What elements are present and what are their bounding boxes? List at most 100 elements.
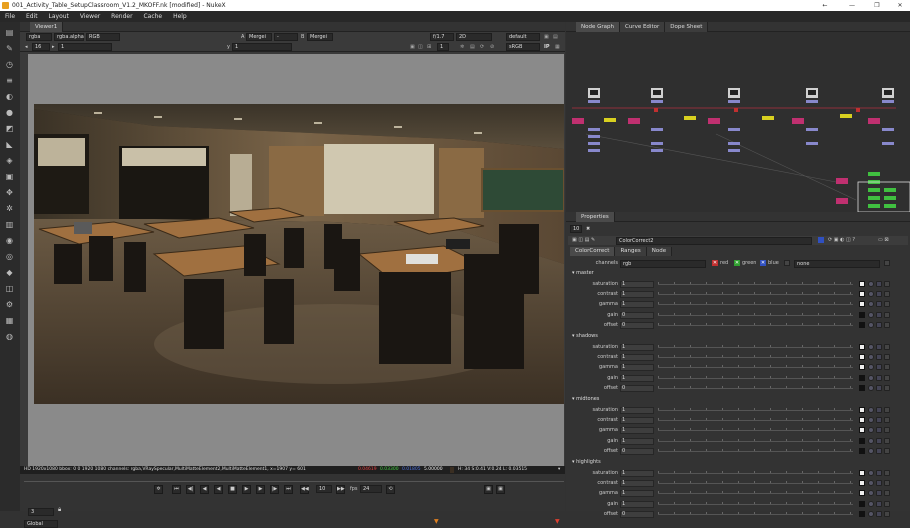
views-icon[interactable]: ◉	[5, 236, 14, 245]
color-wheel-icon[interactable]	[868, 301, 874, 308]
color-swatch-icon[interactable]	[859, 500, 865, 507]
param-value-field[interactable]: 1	[620, 417, 654, 425]
channel-split-icon[interactable]	[876, 417, 882, 424]
clear-panels-icon[interactable]: ✖	[586, 224, 590, 234]
channel-split-icon[interactable]	[876, 427, 882, 434]
fps-field[interactable]: 24	[360, 485, 382, 493]
animation-menu-icon[interactable]	[884, 321, 890, 328]
group-header-shadows[interactable]: ▾ shadows	[572, 333, 598, 339]
animation-menu-icon[interactable]	[884, 311, 890, 318]
param-value-field[interactable]: 1	[620, 407, 654, 414]
animation-menu-icon[interactable]	[884, 447, 890, 454]
out-marker-icon[interactable]: ▼	[555, 518, 560, 525]
param-value-field[interactable]: 0	[620, 510, 654, 518]
param-value-field[interactable]: 1	[620, 490, 654, 498]
color-wheel-icon[interactable]	[868, 437, 874, 444]
in-point-button[interactable]: ▣	[484, 485, 493, 494]
param-value-field[interactable]: 0	[620, 447, 654, 455]
zoom-left-field[interactable]: 1	[58, 43, 112, 51]
channel-split-icon[interactable]	[876, 311, 882, 318]
animation-menu-icon[interactable]	[884, 510, 890, 517]
channel-split-icon[interactable]	[876, 321, 882, 328]
color-wheel-icon[interactable]	[868, 374, 874, 381]
furnace-icon[interactable]: ▦	[5, 316, 14, 325]
param-value-field[interactable]: 1	[620, 281, 654, 288]
color-swatch-icon[interactable]	[859, 480, 865, 487]
frame-left-field[interactable]: 16	[32, 43, 50, 51]
frame-increment-field[interactable]: 10	[316, 485, 332, 493]
tab-dope-sheet[interactable]: Dope Sheet	[665, 22, 709, 32]
channel-split-icon[interactable]	[876, 301, 882, 308]
color-swatch-icon[interactable]	[859, 437, 865, 444]
channel-split-icon[interactable]	[876, 384, 882, 391]
proxy-icon[interactable]: ◫	[418, 42, 423, 52]
tab-viewer1[interactable]: Viewer1	[30, 22, 64, 32]
param-slider[interactable]	[658, 345, 853, 348]
group-header-master[interactable]: ▾ master	[572, 270, 594, 276]
frame-range-dropdown[interactable]: Global	[24, 520, 58, 528]
channel-split-icon[interactable]	[876, 407, 882, 413]
toolsets-icon[interactable]: ◫	[5, 284, 14, 293]
channels-dropdown[interactable]: rgba	[26, 33, 52, 41]
channel-split-icon[interactable]	[876, 374, 882, 381]
channel-menu-icon[interactable]	[884, 260, 890, 266]
animation-menu-icon[interactable]	[884, 490, 890, 497]
last-frame-button[interactable]: ⏭	[284, 485, 293, 494]
animation-menu-icon[interactable]	[884, 480, 890, 487]
color-wheel-icon[interactable]	[868, 291, 874, 298]
overlay-icon[interactable]: ⊘	[490, 42, 494, 52]
color-swatch-icon[interactable]	[859, 281, 865, 287]
node-graph-canvas[interactable]	[566, 32, 910, 212]
color-swatch-icon[interactable]	[859, 447, 865, 454]
view-transform-dropdown[interactable]: sRGB	[506, 43, 540, 51]
current-frame-field[interactable]: 3	[28, 508, 54, 516]
param-slider[interactable]	[658, 448, 853, 452]
color-swatch-icon[interactable]	[859, 384, 865, 391]
param-slider[interactable]	[658, 365, 853, 369]
color-swatch-icon[interactable]	[859, 311, 865, 318]
color-wheel-icon[interactable]	[868, 311, 874, 318]
pause-icon[interactable]: ▤	[470, 42, 475, 52]
color-swatch-icon[interactable]	[859, 427, 865, 434]
downrez-icon[interactable]: ⊞	[427, 42, 431, 52]
param-value-field[interactable]: 1	[620, 470, 654, 477]
time-tools-icon[interactable]: ◷	[5, 60, 14, 69]
layers-icon[interactable]: ◈	[5, 156, 14, 165]
prev-keyframe-button[interactable]: ◀|	[186, 485, 195, 494]
param-value-field[interactable]: 1	[620, 291, 654, 299]
b-input-dropdown[interactable]: Mergei	[307, 33, 333, 41]
param-value-field[interactable]: 0	[620, 311, 654, 319]
frame-fwd-icon[interactable]: ▸	[52, 42, 55, 52]
param-value-field[interactable]: 1	[620, 374, 654, 382]
prev-frame-button[interactable]: ◀	[200, 485, 209, 494]
metadata-icon[interactable]: ◆	[5, 268, 14, 277]
param-value-field[interactable]: 1	[620, 364, 654, 372]
param-slider[interactable]	[658, 501, 853, 505]
param-slider[interactable]	[658, 438, 853, 442]
channel-split-icon[interactable]	[876, 470, 882, 476]
menu-file[interactable]: File	[5, 13, 15, 20]
a-input-dropdown[interactable]: Mergei	[246, 33, 272, 41]
channel-split-icon[interactable]	[876, 447, 882, 454]
in-marker-icon[interactable]: ▼	[434, 518, 439, 525]
node-window-icons[interactable]: ▭ ⊠	[878, 236, 889, 245]
skip-forward-button[interactable]: ▶▶	[336, 485, 345, 494]
play-forward-button[interactable]: ▶	[242, 485, 251, 494]
playback-settings-button[interactable]: ✲	[154, 485, 163, 494]
animation-menu-icon[interactable]	[884, 384, 890, 391]
channel-split-icon[interactable]	[876, 480, 882, 487]
color-wheel-icon[interactable]	[868, 354, 874, 361]
animation-menu-icon[interactable]	[884, 354, 890, 361]
color-swatch-icon[interactable]	[859, 321, 865, 328]
animation-menu-icon[interactable]	[884, 374, 890, 381]
node-color-icon[interactable]	[818, 237, 824, 243]
other-tools-icon[interactable]: ⚙	[5, 300, 14, 309]
menu-cache[interactable]: Cache	[143, 13, 162, 20]
param-slider[interactable]	[658, 408, 853, 411]
color-wheel-icon[interactable]	[868, 407, 874, 413]
animation-menu-icon[interactable]	[884, 407, 890, 413]
next-keyframe-button[interactable]: |▶	[270, 485, 279, 494]
group-header-highlights[interactable]: ▾ highlights	[572, 459, 601, 465]
param-slider[interactable]	[658, 428, 853, 432]
color-wheel-icon[interactable]	[868, 510, 874, 517]
